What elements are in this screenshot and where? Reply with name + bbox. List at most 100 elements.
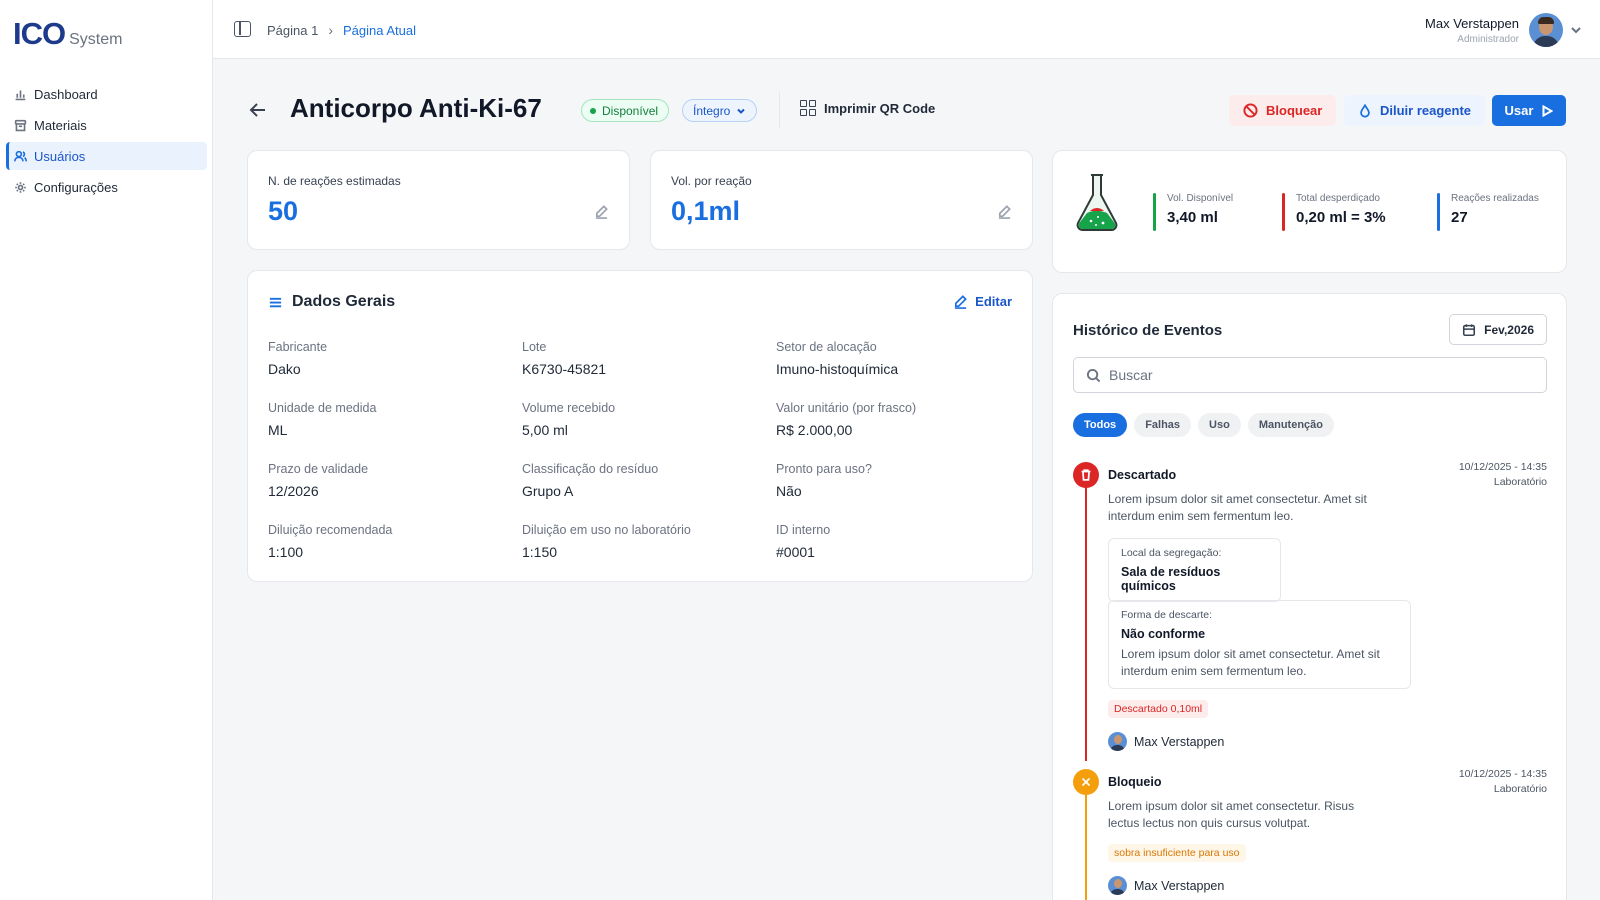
field-value: ML [268, 422, 288, 438]
event-location: Laboratório [1493, 476, 1547, 488]
field-value: Grupo A [522, 483, 574, 499]
page-title: Anticorpo Anti-Ki-67 [290, 93, 542, 123]
date-filter-button[interactable]: Fev,2026 [1449, 314, 1547, 345]
qr-code-icon [800, 100, 816, 116]
block-button-label: Bloquear [1266, 103, 1323, 118]
sidebar-toggle-icon[interactable] [234, 21, 251, 37]
metric-bar-red [1282, 193, 1285, 231]
general-data-title: Dados Gerais [292, 293, 396, 310]
block-icon [1243, 103, 1258, 118]
filter-chip-uso[interactable]: Uso [1198, 413, 1241, 437]
field-value: 1:100 [268, 544, 304, 560]
chevron-right-icon: › [328, 22, 333, 38]
print-qr-label: Imprimir QR Code [824, 100, 936, 116]
archive-icon [14, 119, 27, 131]
flask-icon [1076, 174, 1118, 231]
field-label: Classificação do resíduo [522, 462, 659, 476]
metric-label: Vol. Disponível [1167, 193, 1234, 204]
print-qr-button[interactable]: Imprimir QR Code [800, 100, 935, 116]
logo-main: ICO [13, 16, 66, 51]
gear-icon [15, 181, 26, 193]
field-label: Setor de alocação [776, 340, 877, 354]
breadcrumb: Página 1 › Página Atual [267, 22, 416, 38]
metric-value: 3,40 ml [1167, 209, 1218, 226]
block-button[interactable]: Bloquear [1229, 95, 1337, 126]
volume-value: 0,1ml [671, 196, 741, 226]
sidebar-item-label: Usuários [34, 148, 86, 164]
status-dot [590, 107, 596, 114]
pencil-icon[interactable] [997, 204, 1012, 219]
event-icon [1073, 462, 1099, 488]
sidebar-item-dashboard[interactable]: Dashboard [6, 80, 207, 108]
status-badge: Disponível [581, 99, 670, 122]
state-select-label: Íntegro [693, 103, 731, 118]
filter-chip-falhas[interactable]: Falhas [1134, 413, 1192, 437]
search-input[interactable] [1109, 367, 1529, 383]
sidebar-item-label: Configurações [34, 179, 118, 195]
event-tag: sobra insuficiente para uso [1108, 844, 1246, 862]
pencil-icon[interactable] [594, 204, 609, 219]
event-user: Max Verstappen [1108, 732, 1224, 751]
date-filter-label: Fev,2026 [1484, 322, 1534, 337]
users-icon [14, 150, 27, 161]
user-menu[interactable]: Max Verstappen Administrador [1425, 13, 1582, 47]
event-date: 10/12/2025 - 14:35 [1458, 768, 1547, 780]
event-user-name: Max Verstappen [1134, 878, 1225, 893]
reactions-value: 50 [268, 196, 299, 226]
event-name: Bloqueio [1108, 775, 1162, 789]
dilute-button[interactable]: Diluir reagente [1344, 95, 1486, 126]
field-label: Lote [522, 340, 547, 354]
back-arrow-icon[interactable] [248, 100, 268, 120]
sidebar-item-label: Materiais [34, 117, 87, 133]
sidebar-item-usuarios[interactable]: Usuários [6, 142, 207, 170]
detail-description: Lorem ipsum dolor sit amet consectetur. … [1121, 647, 1380, 678]
sidebar-item-materiais[interactable]: Materiais [6, 111, 207, 139]
field-label: Pronto para uso? [776, 462, 872, 476]
droplet-icon [1360, 103, 1370, 118]
sidebar: ICO System Dashboard Materiais Usuários … [0, 0, 213, 900]
search-box [1073, 357, 1547, 393]
sidebar-item-label: Dashboard [34, 86, 98, 102]
field-diluicao-uso: Diluição em uso no laboratório 1:150 [522, 523, 691, 560]
use-button[interactable]: Usar [1492, 95, 1566, 126]
field-valor-unitario: Valor unitário (por frasco) R$ 2.000,00 [776, 401, 916, 438]
app-logo[interactable]: ICO System [13, 16, 122, 52]
field-fabricante: Fabricante Dako [268, 340, 327, 377]
chevron-down-icon [1571, 27, 1581, 34]
filter-chip-manutencao[interactable]: Manutenção [1247, 413, 1335, 437]
field-value: Dako [268, 361, 301, 377]
event-detail: Forma de descarte: Não conforme Lorem ip… [1108, 600, 1411, 689]
breadcrumb-item[interactable]: Página 1 [267, 23, 318, 38]
event-date: 10/12/2025 - 14:35 [1458, 461, 1547, 473]
metric-reactions-done: Reações realizadas 27 [1437, 193, 1539, 231]
event-detail: Local da segregação: Sala de resíduos qu… [1108, 538, 1281, 602]
avatar [1108, 876, 1127, 895]
timeline-line [1085, 784, 1087, 900]
calendar-icon [1463, 323, 1476, 336]
events-history-card: Histórico de Eventos Fev,2026 Todos Falh… [1052, 293, 1567, 900]
filter-chip-todos[interactable]: Todos [1073, 413, 1128, 437]
chevron-down-icon [737, 108, 746, 114]
field-validade: Prazo de validade 12/2026 [268, 462, 368, 499]
dilute-button-label: Diluir reagente [1380, 103, 1472, 118]
user-role: Administrador [1457, 33, 1519, 45]
volume-summary-card: Vol. Disponível 3,40 ml Total desperdiça… [1052, 150, 1567, 273]
edit-button[interactable]: Editar [953, 294, 1012, 309]
sidebar-item-configuracoes[interactable]: Configurações [6, 173, 207, 201]
field-diluicao-recomendada: Diluição recomendada 1:100 [268, 523, 392, 560]
field-value: 12/2026 [268, 483, 319, 499]
general-data-header: Dados Gerais [268, 293, 395, 311]
metric-available-volume: Vol. Disponível 3,40 ml [1153, 193, 1234, 231]
reactions-label: N. de reações estimadas [268, 174, 401, 188]
detail-label: Local da segregação: [1121, 547, 1222, 559]
field-label: Valor unitário (por frasco) [776, 401, 917, 415]
field-label: Unidade de medida [268, 401, 377, 415]
event-name: Descartado [1108, 468, 1177, 482]
field-value: Imuno-histoquímica [776, 361, 899, 377]
field-label: Prazo de validade [268, 462, 369, 476]
search-icon [1086, 368, 1101, 382]
list-icon [269, 297, 282, 307]
state-select[interactable]: Íntegro [682, 99, 758, 122]
field-volume-recebido: Volume recebido 5,00 ml [522, 401, 615, 438]
events-title: Histórico de Eventos [1073, 322, 1223, 339]
